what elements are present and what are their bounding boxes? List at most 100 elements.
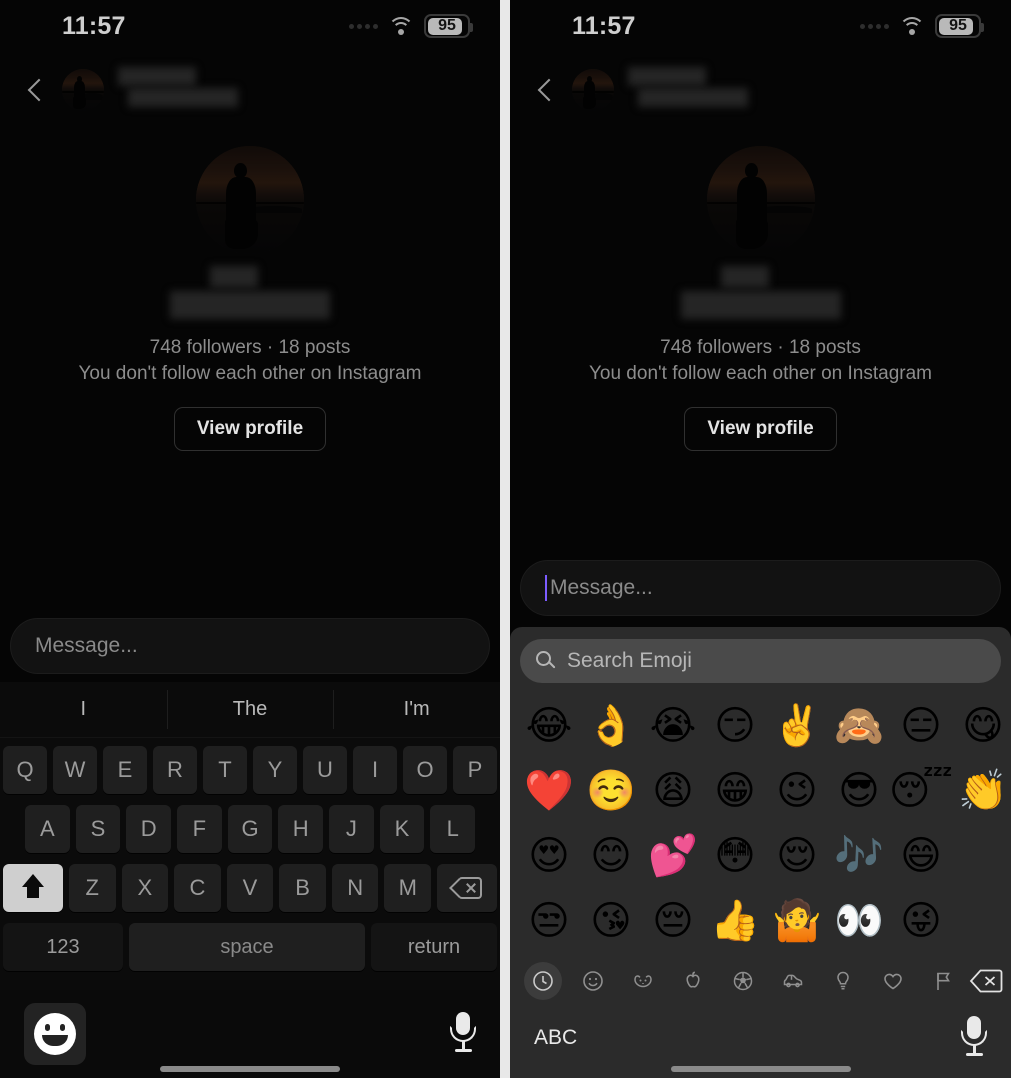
back-chevron-icon[interactable] — [534, 78, 558, 102]
view-profile-button[interactable]: View profile — [684, 406, 837, 451]
emoji-item[interactable]: 👍 — [704, 901, 766, 941]
key-w[interactable]: W — [53, 746, 97, 794]
recents-category[interactable] — [518, 969, 568, 993]
status-time: 11:57 — [62, 11, 126, 40]
key-h[interactable]: H — [278, 805, 324, 853]
symbols-category[interactable] — [868, 969, 918, 993]
view-profile-button[interactable]: View profile — [173, 406, 327, 451]
key-s[interactable]: S — [75, 805, 121, 853]
key-k[interactable]: K — [379, 805, 425, 853]
key-n[interactable]: N — [331, 864, 379, 912]
profile-summary-right: 748 followers · 18 posts You don't follo… — [510, 124, 1011, 451]
emoji-item[interactable]: 🙈 — [828, 706, 890, 746]
shift-key[interactable] — [2, 864, 63, 912]
travel-category[interactable] — [768, 969, 818, 993]
key-y[interactable]: Y — [253, 746, 297, 794]
cellular-dots-icon — [349, 23, 378, 29]
battery-percent: 95 — [438, 17, 456, 34]
emoji-item[interactable]: 👌 — [580, 706, 642, 746]
back-chevron-icon[interactable] — [24, 78, 48, 102]
key-q[interactable]: Q — [3, 746, 47, 794]
emoji-delete-button[interactable] — [968, 968, 1003, 994]
key-v[interactable]: V — [226, 864, 274, 912]
emoji-item[interactable]: 😎 — [828, 771, 890, 811]
message-input-right[interactable]: Message... — [520, 560, 1001, 616]
battery-indicator-right: 95 — [935, 14, 984, 38]
prediction-2[interactable]: I'm — [333, 690, 500, 729]
emoji-row: 😍 😊 💕 😳 😌 🎶 😄 — [518, 823, 1003, 888]
emoji-item[interactable]: 😜 — [890, 901, 952, 941]
keyboard-row-3: Z X C V B N M — [2, 864, 498, 912]
objects-category[interactable] — [818, 969, 868, 993]
cellular-dots-icon — [860, 23, 889, 29]
profile-photo[interactable] — [706, 146, 815, 254]
emoji-item[interactable]: 😳 — [704, 836, 766, 876]
key-r[interactable]: R — [153, 746, 197, 794]
key-f[interactable]: F — [177, 805, 222, 853]
emoji-search-input[interactable]: Search Emoji — [520, 639, 1001, 683]
emoji-item[interactable]: 😑 — [890, 706, 952, 746]
smileys-category[interactable] — [568, 969, 618, 993]
emoji-item[interactable]: 😂 — [518, 706, 580, 746]
key-b[interactable]: B — [279, 864, 326, 912]
abc-key[interactable]: ABC — [534, 1026, 577, 1050]
prediction-0[interactable]: I — [0, 698, 167, 721]
emoji-item[interactable]: 😔 — [642, 901, 704, 941]
emoji-item[interactable]: 😴 — [889, 771, 953, 811]
emoji-item[interactable]: ❤️ — [518, 771, 580, 811]
key-g[interactable]: G — [227, 805, 273, 853]
backspace-key[interactable] — [437, 864, 498, 912]
key-e[interactable]: E — [103, 746, 147, 794]
space-key[interactable]: space — [129, 923, 365, 971]
emoji-item[interactable]: 😌 — [766, 836, 828, 876]
key-o[interactable]: O — [403, 746, 447, 794]
key-l[interactable]: L — [430, 805, 476, 853]
key-a[interactable]: A — [24, 805, 70, 853]
emoji-item[interactable]: 😉 — [766, 771, 828, 811]
emoji-item[interactable]: 😄 — [890, 836, 952, 876]
key-j[interactable]: J — [329, 805, 374, 853]
return-key[interactable]: return — [371, 923, 497, 971]
emoji-item[interactable]: 😩 — [642, 771, 704, 811]
emoji-keyboard-button[interactable] — [24, 1003, 86, 1065]
profile-relationship-note: You don't follow each other on Instagram — [78, 362, 422, 384]
emoji-item[interactable]: ✌️ — [766, 706, 828, 746]
emoji-item[interactable]: 😁 — [704, 771, 766, 811]
contact-name-redacted — [628, 67, 798, 113]
emoji-item[interactable]: ☺️ — [580, 771, 642, 811]
emoji-item[interactable]: 😍 — [518, 836, 580, 876]
key-x[interactable]: X — [121, 864, 169, 912]
key-t[interactable]: T — [203, 746, 247, 794]
emoji-item[interactable]: 👏 — [952, 771, 1011, 811]
emoji-item[interactable]: 😒 — [518, 901, 580, 941]
emoji-item[interactable]: 🤷 — [766, 901, 828, 941]
key-d[interactable]: D — [126, 805, 171, 853]
profile-photo[interactable] — [196, 146, 304, 254]
key-u[interactable]: U — [303, 746, 347, 794]
emoji-item[interactable]: 👀 — [828, 901, 890, 941]
emoji-item[interactable]: 😊 — [580, 836, 642, 876]
key-z[interactable]: Z — [68, 864, 116, 912]
key-m[interactable]: M — [384, 864, 432, 912]
emoji-item[interactable]: 😏 — [704, 706, 766, 746]
emoji-item[interactable]: 😋 — [952, 706, 1011, 746]
animals-category[interactable] — [618, 969, 668, 993]
microphone-icon[interactable] — [961, 1016, 987, 1060]
contact-avatar[interactable] — [62, 69, 104, 111]
prediction-1[interactable]: The — [166, 690, 334, 729]
key-c[interactable]: C — [174, 864, 221, 912]
emoji-item[interactable]: 💕 — [642, 836, 704, 876]
key-i[interactable]: I — [353, 746, 397, 794]
emoji-item[interactable]: 😭 — [642, 706, 704, 746]
microphone-icon[interactable] — [450, 1012, 476, 1056]
activity-category[interactable] — [718, 969, 768, 993]
contact-avatar[interactable] — [572, 69, 614, 111]
emoji-item[interactable]: 😘 — [580, 901, 642, 941]
key-p[interactable]: P — [453, 746, 497, 794]
emoji-item[interactable]: 🎶 — [828, 836, 890, 876]
message-input[interactable]: Message... — [10, 618, 490, 674]
food-category[interactable] — [668, 969, 718, 993]
numbers-key[interactable]: 123 — [3, 923, 123, 971]
flags-category[interactable] — [918, 969, 968, 993]
backspace-icon — [449, 877, 483, 899]
